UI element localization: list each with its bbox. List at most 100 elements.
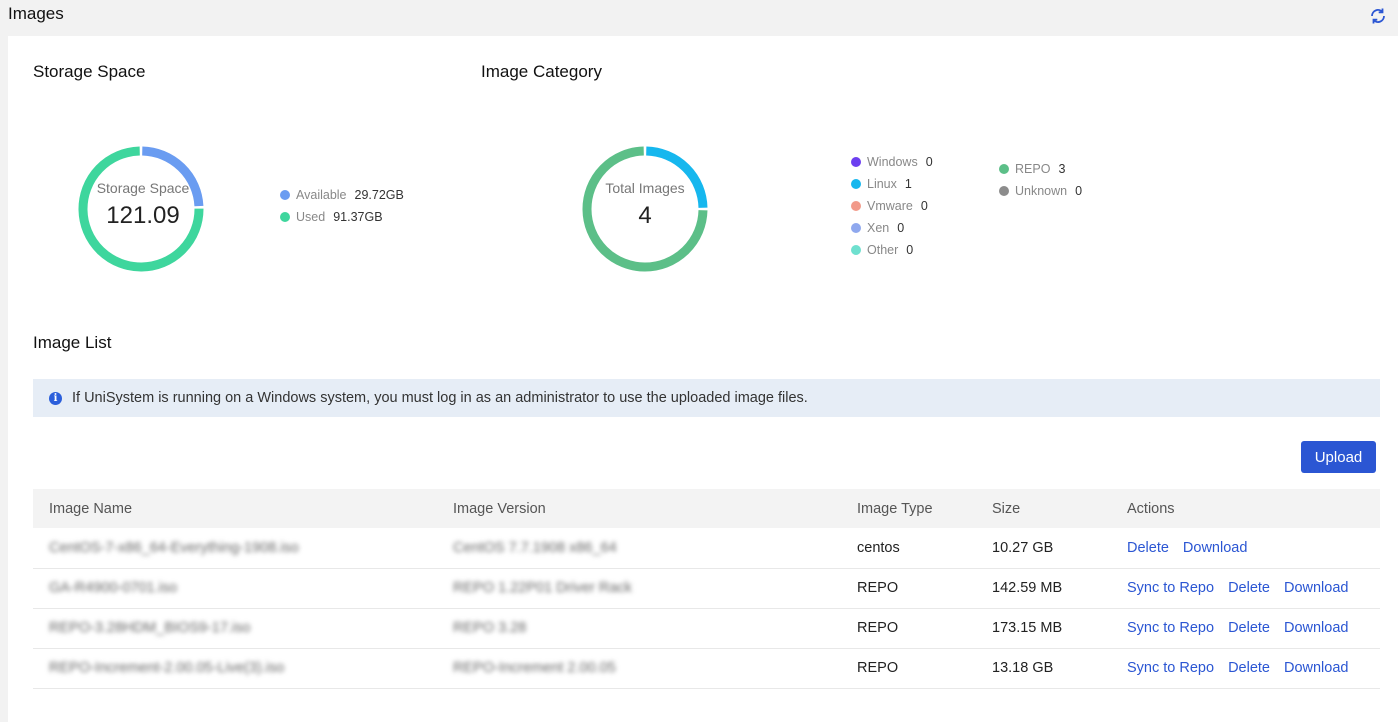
- legend-item-xen[interactable]: Xen 0: [851, 221, 904, 235]
- table-row[interactable]: CentOS-7-x86_64-Everything-1908.iso CentO…: [33, 528, 1380, 569]
- size-cell: 173.15 MB: [976, 608, 1111, 649]
- legend-dot-icon: [851, 157, 861, 167]
- legend-item-windows[interactable]: Windows 0: [851, 155, 933, 169]
- size-cell-text: 10.27 GB: [992, 539, 1054, 556]
- legend-value: 0: [920, 199, 928, 213]
- legend-item-other[interactable]: Other 0: [851, 243, 913, 257]
- legend-dot-icon: [851, 179, 861, 189]
- legend-label: Vmware: [867, 199, 913, 213]
- storage-donut-value: 121.09: [106, 202, 180, 229]
- refresh-icon[interactable]: [1368, 6, 1388, 26]
- image-type-cell: REPO: [841, 608, 976, 649]
- image-version-cell-text: REPO 1.22P01 Driver Rack: [453, 580, 632, 596]
- legend-dot-icon: [851, 223, 861, 233]
- sync-to-repo-link[interactable]: Sync to Repo: [1127, 620, 1214, 636]
- image-name-cell-text: CentOS-7-x86_64-Everything-1908.iso: [49, 539, 299, 556]
- image-version-cell-text: REPO-Increment 2.00.05: [453, 660, 616, 676]
- image-category-title: Image Category: [481, 62, 602, 81]
- size-cell-text: 173.15 MB: [992, 620, 1063, 636]
- image-type-cell: REPO: [841, 648, 976, 689]
- legend-label: Unknown: [1015, 184, 1068, 198]
- image-type-cell-text: centos: [857, 539, 900, 556]
- column-header-actions: Actions: [1127, 500, 1175, 517]
- legend-dot-icon: [280, 190, 290, 200]
- legend-label: Windows: [867, 155, 918, 169]
- size-cell: 13.18 GB: [976, 648, 1111, 689]
- image-version-cell: REPO-Increment 2.00.05: [437, 648, 841, 689]
- image-name-cell-text: GA-R4900-0701.iso: [49, 580, 178, 596]
- legend-value: 91.37GB: [333, 210, 383, 224]
- image-name-cell-text: REPO-Increment-2.00.05-Live(3).iso: [49, 660, 285, 676]
- size-cell-text: 142.59 MB: [992, 580, 1063, 596]
- storage-donut-label: Storage Space: [96, 180, 190, 196]
- legend-label: Other: [867, 243, 899, 257]
- images-panel: Storage Space Storage Space 121.09 Avail…: [8, 36, 1398, 722]
- actions-cell: Delete Download: [1111, 528, 1380, 569]
- legend-item-repo[interactable]: REPO 3: [999, 162, 1065, 176]
- image-type-cell-text: REPO: [857, 620, 899, 636]
- size-cell: 142.59 MB: [976, 568, 1111, 609]
- legend-item-linux[interactable]: Linux 1: [851, 177, 912, 191]
- info-icon: i: [49, 391, 62, 405]
- table-row[interactable]: REPO-3.28HDM_BIOS9-17.iso REPO 3.28 REPO 17…: [33, 608, 1380, 649]
- image-name-cell: CentOS-7-x86_64-Everything-1908.iso: [33, 528, 437, 569]
- legend-label: Linux: [867, 177, 897, 191]
- image-version-cell: REPO 3.28: [437, 608, 841, 649]
- legend-label: Available: [296, 188, 347, 202]
- delete-link[interactable]: Delete: [1127, 540, 1169, 556]
- legend-label: Xen: [867, 221, 890, 235]
- download-link[interactable]: Download: [1284, 660, 1349, 676]
- image-list-title: Image List: [33, 333, 112, 352]
- column-header-image-type: Image Type: [857, 500, 933, 517]
- storage-space-title: Storage Space: [33, 62, 146, 81]
- size-cell-text: 13.18 GB: [992, 660, 1054, 676]
- table-row[interactable]: REPO-Increment-2.00.05-Live(3).iso REPO-I…: [33, 648, 1380, 689]
- legend-item-vmware[interactable]: Vmware 0: [851, 199, 928, 213]
- category-donut-label: Total Images: [605, 180, 685, 196]
- image-name-cell: GA-R4900-0701.iso: [33, 568, 437, 609]
- delete-link[interactable]: Delete: [1228, 620, 1270, 636]
- image-version-cell: CentOS 7.7.1908 x86_64: [437, 528, 841, 569]
- download-link[interactable]: Download: [1284, 620, 1349, 636]
- legend-dot-icon: [851, 245, 861, 255]
- image-name-cell: REPO-Increment-2.00.05-Live(3).iso: [33, 648, 437, 689]
- legend-dot-icon: [851, 201, 861, 211]
- image-type-cell-text: REPO: [857, 660, 899, 676]
- legend-value: 0: [897, 221, 905, 235]
- legend-item-available[interactable]: Available 29.72GB: [280, 188, 404, 202]
- sync-to-repo-link[interactable]: Sync to Repo: [1127, 580, 1214, 596]
- image-name-cell: REPO-3.28HDM_BIOS9-17.iso: [33, 608, 437, 649]
- actions-cell: Sync to Repo Delete Download: [1111, 648, 1380, 689]
- table-header-row: Image Name Image Version Image Type Size…: [33, 489, 1380, 528]
- legend-value: 0: [906, 243, 914, 257]
- category-donut-value: 4: [638, 202, 652, 229]
- legend-dot-icon: [999, 164, 1009, 174]
- image-name-cell-text: REPO-3.28HDM_BIOS9-17.iso: [49, 620, 251, 636]
- delete-link[interactable]: Delete: [1228, 660, 1270, 676]
- legend-value: 3: [1058, 162, 1066, 176]
- legend-item-used[interactable]: Used 91.37GB: [280, 210, 383, 224]
- page-title: Images: [8, 4, 64, 23]
- image-version-cell-text: CentOS 7.7.1908 x86_64: [453, 539, 617, 556]
- download-link[interactable]: Download: [1183, 540, 1248, 556]
- legend-value: 1: [904, 177, 912, 191]
- size-cell: 10.27 GB: [976, 528, 1111, 569]
- sync-to-repo-link[interactable]: Sync to Repo: [1127, 660, 1214, 676]
- notice-text: If UniSystem is running on a Windows sys…: [72, 390, 808, 406]
- donut-slice-available: [142, 146, 204, 207]
- delete-link[interactable]: Delete: [1228, 580, 1270, 596]
- legend-label: REPO: [1015, 162, 1051, 176]
- upload-button[interactable]: Upload: [1301, 441, 1376, 473]
- table-row[interactable]: GA-R4900-0701.iso REPO 1.22P01 Driver Rac…: [33, 568, 1380, 609]
- legend-value: 0: [1075, 184, 1083, 198]
- image-version-cell-text: REPO 3.28: [453, 620, 527, 636]
- image-type-cell: REPO: [841, 568, 976, 609]
- windows-admin-notice: i If UniSystem is running on a Windows s…: [33, 379, 1380, 417]
- image-version-cell: REPO 1.22P01 Driver Rack: [437, 568, 841, 609]
- column-header-size: Size: [992, 500, 1021, 517]
- image-type-cell-text: REPO: [857, 580, 899, 596]
- legend-label: Used: [296, 210, 326, 224]
- legend-item-unknown[interactable]: Unknown 0: [999, 184, 1082, 198]
- download-link[interactable]: Download: [1284, 580, 1349, 596]
- actions-cell: Sync to Repo Delete Download: [1111, 608, 1380, 649]
